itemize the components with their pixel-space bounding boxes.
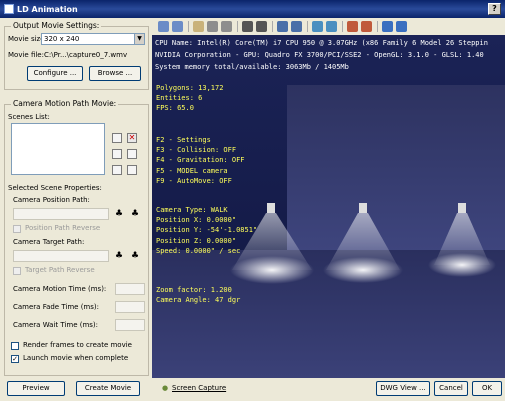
position-reverse-label: Position Path Reverse xyxy=(25,224,101,232)
zoom-extents-icon[interactable] xyxy=(193,21,204,32)
import-scene-icon[interactable] xyxy=(112,165,122,175)
fps-text: FPS: 65.0 xyxy=(156,104,194,113)
walk-icon[interactable] xyxy=(277,21,288,32)
edit-target-icon[interactable]: ♣ xyxy=(131,251,139,261)
position-z-text: Position Z: 0.0000" xyxy=(156,236,237,245)
movie-size-select[interactable]: 320 x 240 ▼ xyxy=(41,33,145,45)
launch-movie-checkbox[interactable]: ✓ xyxy=(11,355,19,363)
camera-type-text: Camera Type: WALK xyxy=(156,206,228,214)
zoom-in-icon[interactable] xyxy=(158,21,169,32)
movie-size-value: 320 x 240 xyxy=(44,35,80,43)
pan-icon[interactable] xyxy=(221,21,232,32)
selected-props-label: Selected Scene Properties: xyxy=(8,184,102,192)
wait-time-field[interactable] xyxy=(115,319,145,331)
output-settings-group: Output Movie Settings: Movie size: 320 x… xyxy=(4,21,149,90)
fade-time-field[interactable] xyxy=(115,301,145,313)
entities-text: Entities: 6 xyxy=(156,94,203,103)
zoom-readout: Zoom factor: 1.200 Camera Angle: 47 dgr xyxy=(156,285,240,305)
scenes-list-label: Scenes List: xyxy=(8,113,50,121)
spotlight-3 xyxy=(428,203,496,277)
f2-text: F2 - Settings xyxy=(156,136,211,144)
position-y-text: Position Y: -54'-1.0851" xyxy=(156,226,258,235)
target-reverse-checkbox[interactable] xyxy=(13,267,21,275)
camera-angle-text: Camera Angle: 47 dgr xyxy=(156,296,241,305)
camera-motion-legend: Camera Motion Path Movie: xyxy=(11,99,119,108)
cancel-button[interactable]: Cancel xyxy=(434,381,468,396)
chevron-down-icon[interactable]: ▼ xyxy=(134,34,144,44)
f3-text: F3 - Collision: OFF xyxy=(156,146,237,155)
export-scene-icon[interactable] xyxy=(127,165,137,175)
pick-target-icon[interactable]: ♣ xyxy=(115,251,123,261)
preview-button[interactable]: Preview xyxy=(7,381,65,396)
create-movie-button[interactable]: Create Movie xyxy=(76,381,140,396)
pick-position-icon[interactable]: ♣ xyxy=(115,209,123,219)
window-icon[interactable] xyxy=(382,21,393,32)
edit-position-icon[interactable]: ♣ xyxy=(131,209,139,219)
browse-button[interactable]: Browse ... xyxy=(89,66,141,81)
position-path-field[interactable] xyxy=(13,208,109,220)
camera-motion-group: Camera Motion Path Movie: Scenes List: ✕… xyxy=(4,99,149,376)
position-path-label: Camera Position Path: xyxy=(13,196,90,204)
light-icon[interactable] xyxy=(256,21,267,32)
fly-icon[interactable] xyxy=(291,21,302,32)
export-image-icon[interactable] xyxy=(326,21,337,32)
ok-button[interactable]: OK xyxy=(472,381,502,396)
move-up-icon[interactable] xyxy=(112,149,122,159)
target-reverse-label: Target Path Reverse xyxy=(25,266,95,274)
add-scene-icon[interactable] xyxy=(112,133,122,143)
movie-file-label: Movie file: xyxy=(8,51,44,59)
zoom-window-icon[interactable] xyxy=(207,21,218,32)
zoom-text: Zoom factor: 1.200 xyxy=(156,286,232,294)
screen-capture-label[interactable]: Screen Capture xyxy=(172,384,226,392)
delete-scene-icon[interactable]: ✕ xyxy=(127,133,137,143)
help-button[interactable]: ? xyxy=(488,3,501,15)
fullscreen-icon[interactable] xyxy=(396,21,407,32)
output-settings-legend: Output Movie Settings: xyxy=(11,21,102,30)
gpu-info: NVIDIA Corporation - GPU: Quadro FX 3700… xyxy=(155,51,484,59)
view-toolbar xyxy=(152,18,505,35)
motion-time-field[interactable] xyxy=(115,283,145,295)
speed-text: Speed: 0.0000" / sec xyxy=(156,246,241,255)
configure-button[interactable]: Configure ... xyxy=(27,66,83,81)
position-reverse-checkbox[interactable] xyxy=(13,225,21,233)
screen-capture-icon: ● xyxy=(162,384,169,392)
render-frames-checkbox[interactable] xyxy=(11,342,19,350)
render-viewport[interactable]: CPU Name: Intel(R) Core(TM) i7 CPU 950 @… xyxy=(152,35,505,378)
move-down-icon[interactable] xyxy=(127,149,137,159)
footer-bar: Preview Create Movie ● Screen Capture DW… xyxy=(0,376,505,401)
key-help: F2 - Settings F3 - Collision: OFF F4 - G… xyxy=(156,135,245,186)
window-titlebar: LD Animation ? xyxy=(0,0,505,18)
zoom-out-icon[interactable] xyxy=(172,21,183,32)
system-info: CPU Name: Intel(R) Core(TM) i7 CPU 950 @… xyxy=(155,37,488,73)
settings-icon[interactable] xyxy=(361,21,372,32)
fade-time-label: Camera Fade Time (ms): xyxy=(13,303,99,311)
left-panel: Output Movie Settings: Movie size: 320 x… xyxy=(0,18,152,401)
target-path-field[interactable] xyxy=(13,250,109,262)
scenes-list[interactable] xyxy=(11,123,105,175)
render-icon[interactable] xyxy=(312,21,323,32)
record-icon[interactable] xyxy=(347,21,358,32)
f4-text: F4 - Gravitation: OFF xyxy=(156,156,245,165)
cpu-info: CPU Name: Intel(R) Core(TM) i7 CPU 950 @… xyxy=(155,39,488,47)
movie-file-field[interactable]: C:\Pr...\capture0_7.wmv xyxy=(41,49,145,61)
launch-movie-label: Launch movie when complete xyxy=(23,354,129,362)
camera-readout: Camera Type: WALK Position X: 0.0000" Po… xyxy=(156,205,257,256)
f5-text: F5 - MODEL camera xyxy=(156,166,228,175)
camera-icon[interactable] xyxy=(242,21,253,32)
target-path-label: Camera Target Path: xyxy=(13,238,85,246)
spotlight-2 xyxy=(323,203,403,283)
polygons-text: Polygons: 13,172 xyxy=(156,84,224,92)
stats-readout: Polygons: 13,172 Entities: 6 FPS: 65.0 xyxy=(156,83,223,114)
window-title: LD Animation xyxy=(17,4,78,14)
dwg-view-button[interactable]: DWG View ... xyxy=(376,381,430,396)
motion-time-label: Camera Motion Time (ms): xyxy=(13,285,107,293)
wait-time-label: Camera Wait Time (ms): xyxy=(13,321,99,329)
position-x-text: Position X: 0.0000" xyxy=(156,216,237,225)
app-icon xyxy=(4,4,14,14)
render-frames-label: Render frames to create movie xyxy=(23,341,132,349)
memory-info: System memory total/available: 3063Mb / … xyxy=(155,63,349,71)
f9-text: F9 - AutoMove: OFF xyxy=(156,176,232,185)
